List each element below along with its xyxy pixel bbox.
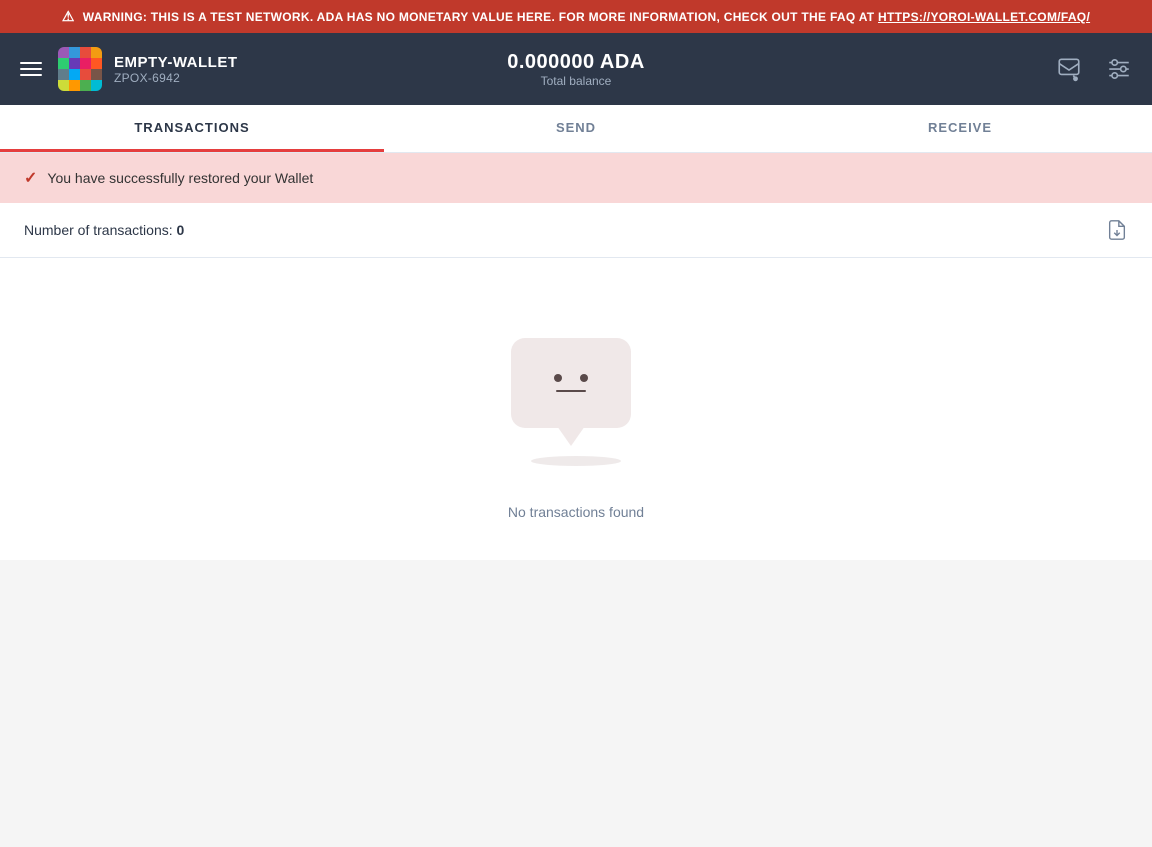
header-right: [763, 52, 1136, 86]
bubble-mouth: [556, 390, 586, 392]
bubble-eyes: [554, 374, 588, 382]
content-area: Number of transactions: 0 No transa: [0, 203, 1152, 560]
header: EMPTY-WALLET ZPOX-6942 0.000000 ADA Tota…: [0, 33, 1152, 105]
wallet-name: EMPTY-WALLET: [114, 54, 238, 71]
hamburger-menu-icon[interactable]: [16, 58, 46, 80]
success-banner: ✓ You have successfully restored your Wa…: [0, 153, 1152, 203]
tab-bar: TRANSACTIONS SEND RECEIVE: [0, 105, 1152, 153]
wallet-id: ZPOX-6942: [114, 71, 238, 85]
bubble-eye-right: [580, 374, 588, 382]
notification-icon[interactable]: [1052, 52, 1086, 86]
header-left: EMPTY-WALLET ZPOX-6942: [16, 47, 389, 91]
settings-icon[interactable]: [1102, 52, 1136, 86]
warning-banner: ⚠ WARNING: THIS IS A TEST NETWORK. ADA H…: [0, 0, 1152, 33]
transactions-count: Number of transactions: 0: [24, 222, 184, 238]
tab-transactions[interactable]: TRANSACTIONS: [0, 105, 384, 152]
transactions-header: Number of transactions: 0: [0, 203, 1152, 258]
wallet-avatar: [58, 47, 102, 91]
shadow-ellipse: [531, 456, 621, 466]
bubble-eye-left: [554, 374, 562, 382]
empty-state: No transactions found: [0, 258, 1152, 560]
success-text: You have successfully restored your Wall…: [47, 170, 313, 186]
balance-amount: 0.000000 ADA: [507, 51, 645, 74]
warning-icon: ⚠: [62, 8, 75, 25]
header-center: 0.000000 ADA Total balance: [389, 51, 762, 88]
warning-link[interactable]: HTTPS://YOROI-WALLET.COM/FAQ/: [878, 10, 1090, 24]
balance-label: Total balance: [541, 74, 612, 88]
wallet-info: EMPTY-WALLET ZPOX-6942: [114, 54, 238, 85]
export-button[interactable]: [1106, 219, 1128, 241]
empty-text: No transactions found: [508, 504, 644, 520]
tab-receive[interactable]: RECEIVE: [768, 105, 1152, 152]
tab-send[interactable]: SEND: [384, 105, 768, 152]
warning-text: WARNING: THIS IS A TEST NETWORK. ADA HAS…: [83, 10, 1090, 24]
chat-bubble: [511, 338, 631, 428]
check-icon: ✓: [24, 168, 37, 188]
empty-illustration: [511, 338, 641, 468]
